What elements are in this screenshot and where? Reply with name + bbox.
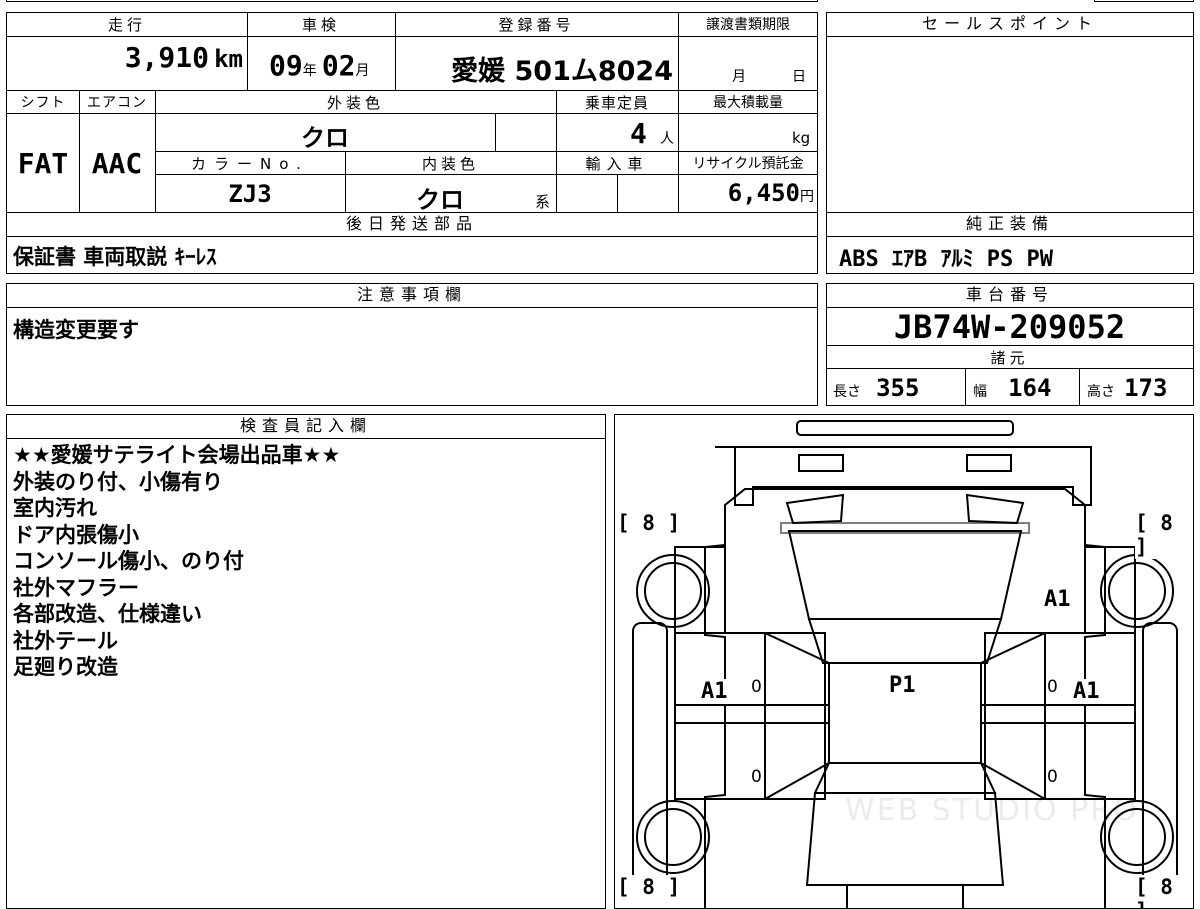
width-field: 幅 164	[973, 374, 1051, 402]
tire-label-rear-right: [ 8 ]	[1135, 875, 1193, 908]
capacity-unit: 人	[660, 131, 674, 147]
damage-mark-front-right: A1	[1044, 587, 1071, 612]
mileage-value: 3,910	[124, 41, 209, 74]
length-value: 355	[876, 374, 920, 402]
int-color-suffix: 系	[535, 193, 551, 211]
max-load-unit: kg	[792, 129, 811, 147]
equipment-value: ABS ｴｱB ｱﾙﾐ PS PW	[839, 247, 1053, 272]
damage-mark-right-door: A1	[1073, 679, 1100, 704]
mileage-field: 3,910 km	[7, 41, 243, 74]
inspector-lines: ★★愛媛サテライト会場出品車★★ 外装のり付、小傷有り 室内汚れ ドア内張傷小 …	[13, 442, 340, 681]
height-value: 173	[1124, 374, 1168, 402]
transfer-month: 月	[732, 69, 746, 85]
inspector-line: ドア内張傷小	[13, 522, 139, 547]
zero-mark: 0	[1047, 677, 1058, 697]
chassis-label: 車台番号	[827, 284, 1193, 308]
color-no-label: カラーNo.	[191, 155, 309, 173]
ext-color-label: 外装色	[326, 94, 384, 112]
tire-label-front-left: [ 8 ]	[617, 511, 681, 535]
inspector-line: 各部改造、仕様違い	[13, 602, 202, 626]
capacity-value: 4	[630, 117, 647, 150]
recycle-label: リサイクル預託金	[692, 156, 804, 172]
import-label: 輸入車	[585, 155, 649, 173]
shaken-field: 09年 02月	[269, 49, 399, 82]
sales-point-box: セールスポイント	[826, 12, 1194, 213]
shaken-year-unit: 年	[302, 63, 317, 79]
inspector-line: 室内汚れ	[13, 496, 97, 520]
shaken-year: 09	[269, 49, 303, 82]
shift-label: シフト	[20, 95, 66, 111]
height-field: 高さ 173	[1087, 374, 1167, 402]
later-parts-box: 後日発送部品 保証書 車両取説 ｷｰﾚｽ	[6, 212, 818, 274]
notes-label: 注意事項欄	[7, 284, 817, 308]
top-edge-fragment	[6, 0, 818, 2]
max-load-label: 最大積載量	[713, 95, 783, 111]
registration-label: 登録番号	[498, 16, 575, 34]
shaken-month: 02	[321, 49, 356, 82]
recycle-field: 6,450円	[678, 179, 814, 207]
registration-value: 愛媛 501ム8024	[451, 56, 673, 87]
equipment-label: 純正装備	[827, 213, 1193, 237]
inspector-line: 社外マフラー	[13, 575, 139, 600]
chassis-value: JB74W-209052	[893, 308, 1126, 346]
car-outline-diagram	[632, 420, 1178, 908]
equipment-box: 純正装備 ABS ｴｱB ｱﾙﾐ PS PW	[826, 212, 1194, 274]
transfer-day: 日	[792, 69, 806, 85]
inspector-line: 外装のり付、小傷有り	[13, 469, 223, 494]
dims-label: 諸元	[990, 349, 1029, 367]
inspector-line: ★★愛媛サテライト会場出品車★★	[13, 443, 341, 467]
notes-value: 構造変更要す	[13, 318, 139, 342]
shift-value: FAT	[17, 147, 69, 180]
shaken-label: 車検	[301, 16, 340, 34]
notes-box: 注意事項欄 構造変更要す	[6, 283, 818, 406]
vehicle-diagram: [ 8 ] [ 8 ] [ 8 ] [ 8 ] A1 A1 A1 P1 0 0 …	[614, 414, 1194, 909]
damage-mark-left-door: A1	[701, 679, 728, 704]
damage-mark-roof: P1	[889, 673, 916, 698]
int-color-value: クロ	[416, 186, 464, 214]
zero-mark: 0	[751, 767, 762, 787]
width-label: 幅	[973, 384, 987, 400]
sales-point-label: セールスポイント	[827, 13, 1193, 37]
tire-label-front-right: [ 8 ]	[1135, 511, 1193, 559]
length-field: 長さ 355	[833, 374, 919, 402]
capacity-field: 4 人	[556, 117, 674, 150]
inspector-line: 社外テール	[13, 628, 118, 653]
transfer-deadline-label: 譲渡書類期限	[706, 17, 790, 33]
mileage-label: 走行	[107, 16, 146, 34]
inspector-line: コンソール傷小、のり付	[13, 549, 244, 573]
zero-mark: 0	[1047, 767, 1058, 787]
height-label: 高さ	[1087, 384, 1115, 400]
length-label: 長さ	[833, 384, 861, 400]
ac-value: AAC	[91, 147, 143, 180]
ext-color-value: クロ	[301, 124, 349, 152]
int-color-label: 内装色	[421, 155, 479, 173]
tire-label-rear-left: [ 8 ]	[617, 875, 681, 899]
zero-mark: 0	[751, 677, 762, 697]
chassis-box: 車台番号 JB74W-209052 諸元 長さ 355 幅 164 高さ 173	[826, 283, 1194, 406]
vehicle-info-table: 走行 車検 登録番号 譲渡書類期限 3,910 km 09年 02月 愛媛 50…	[6, 12, 818, 214]
inspector-box: 検査員記入欄 ★★愛媛サテライト会場出品車★★ 外装のり付、小傷有り 室内汚れ …	[6, 414, 606, 909]
top-edge-fragment-right	[1094, 0, 1194, 2]
later-parts-label: 後日発送部品	[7, 213, 817, 237]
later-parts-value: 保証書 車両取説 ｷｰﾚｽ	[13, 245, 217, 269]
width-value: 164	[1008, 374, 1052, 402]
inspector-line: 足廻り改造	[13, 655, 118, 679]
mileage-unit: km	[214, 45, 243, 73]
recycle-unit: 円	[800, 189, 814, 205]
recycle-value: 6,450	[727, 179, 800, 207]
shaken-month-unit: 月	[355, 63, 370, 79]
color-no-value: ZJ3	[228, 180, 272, 208]
ac-label: エアコン	[87, 95, 147, 111]
capacity-label: 乗車定員	[584, 94, 649, 112]
inspector-label: 検査員記入欄	[7, 415, 605, 439]
watermark: WEB STUDIO PRO	[845, 793, 1139, 828]
